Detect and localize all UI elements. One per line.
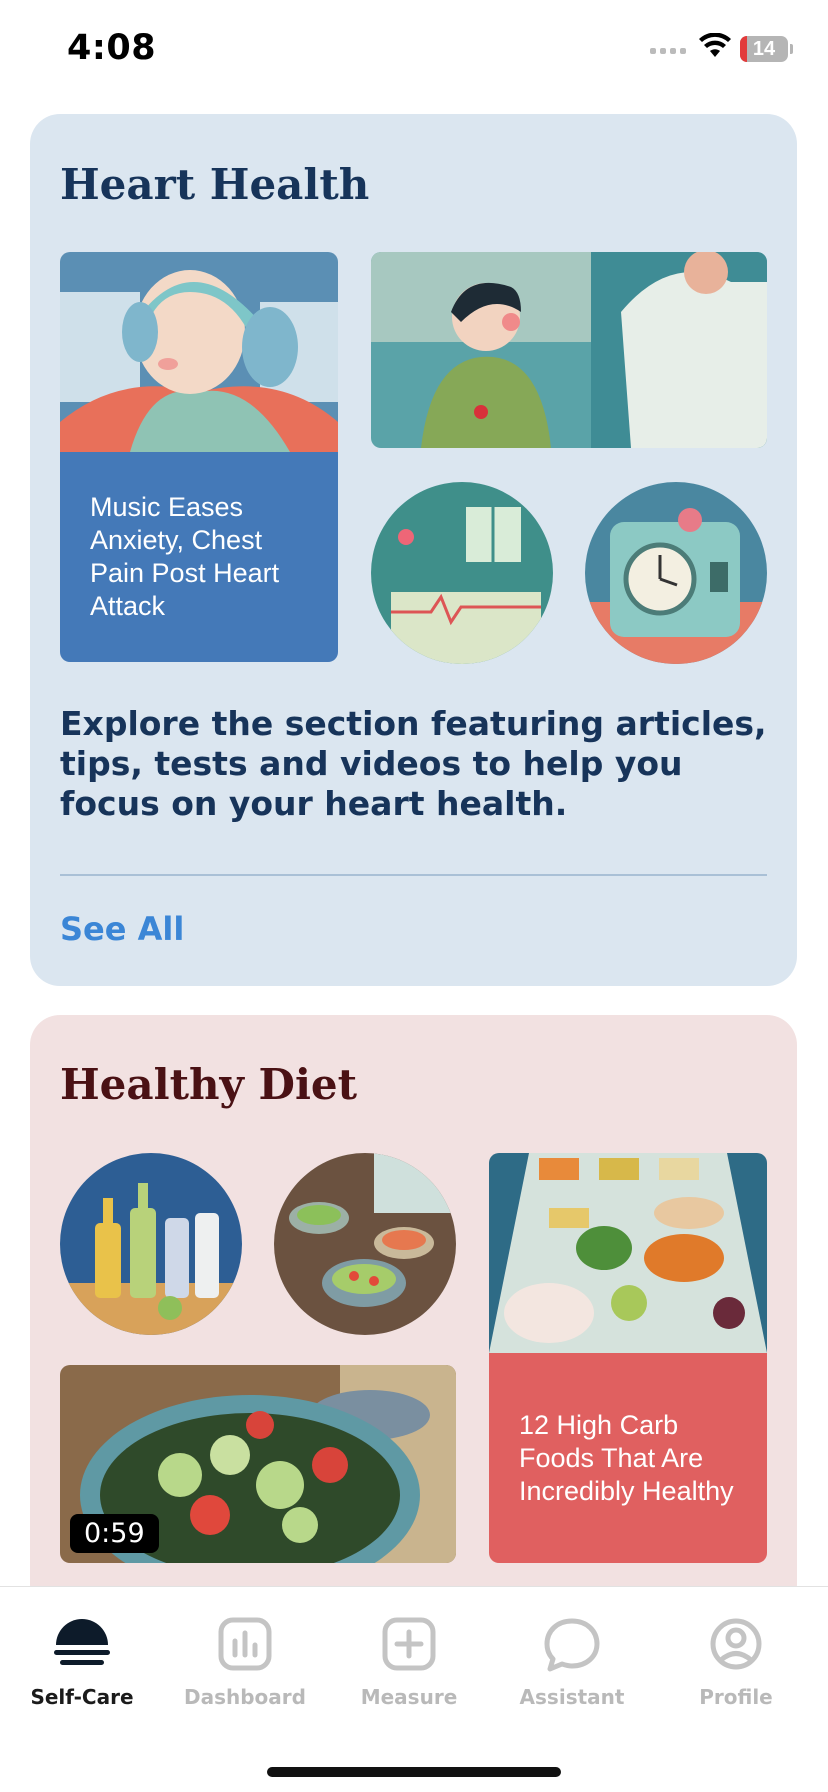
tab-label: Assistant: [519, 1685, 625, 1709]
high-carb-article-caption-block: 12 High Carb Foods That Are Incredibly H…: [489, 1353, 767, 1563]
buffet-illustration: [489, 1153, 767, 1353]
high-carb-article-tile[interactable]: 12 High Carb Foods That Are Incredibly H…: [489, 1153, 767, 1563]
salad-video-tile[interactable]: 0:59: [60, 1365, 456, 1563]
divider: [60, 874, 767, 876]
drinks-tile[interactable]: [60, 1153, 242, 1335]
home-indicator: [267, 1767, 561, 1777]
tab-label: Profile: [699, 1685, 773, 1709]
video-duration-badge: 0:59: [70, 1514, 159, 1553]
wifi-icon: [698, 32, 732, 59]
heart-health-description: Explore the section featuring articles, …: [60, 704, 767, 823]
tab-assistant[interactable]: Assistant: [492, 1617, 652, 1709]
bottles-illustration: [60, 1153, 242, 1335]
hospital-room-illustration: [371, 482, 553, 664]
high-carb-article-caption: 12 High Carb Foods That Are Incredibly H…: [519, 1409, 734, 1506]
chat-bubble-icon: [542, 1617, 602, 1673]
bar-chart-icon: [215, 1617, 275, 1673]
music-article-caption: Music Eases Anxiety, Chest Pain Post Hea…: [90, 492, 280, 621]
heart-monitor-illustration: [585, 482, 767, 664]
heart-health-title: Heart Health: [60, 160, 370, 209]
tab-label: Dashboard: [184, 1685, 306, 1709]
cellular-signal-icon: [650, 48, 686, 54]
tab-label: Measure: [360, 1685, 458, 1709]
tab-profile[interactable]: Profile: [656, 1617, 816, 1709]
tab-measure[interactable]: Measure: [329, 1617, 489, 1709]
salad-bowls-tile[interactable]: [274, 1153, 456, 1335]
see-all-link[interactable]: See All: [60, 910, 184, 948]
self-care-icon: [52, 1617, 112, 1673]
heart-monitor-tile[interactable]: [585, 482, 767, 664]
tab-bar: Self-Care Dashboard Measure Assistant Pr…: [0, 1586, 828, 1792]
tab-label: Self-Care: [30, 1685, 134, 1709]
status-bar: 4:08 14: [0, 0, 828, 100]
heart-health-card[interactable]: Heart Health Music Eases Anxiety, Chest …: [30, 114, 797, 986]
music-article-caption-block: Music Eases Anxiety, Chest Pain Post Hea…: [60, 452, 338, 662]
healthy-diet-card[interactable]: Healthy Diet 12 High Carb Foods That Are…: [30, 1015, 797, 1615]
doctor-visit-tile[interactable]: [371, 252, 767, 448]
headphones-illustration: [60, 252, 338, 452]
hospital-room-tile[interactable]: [371, 482, 553, 664]
person-circle-icon: [706, 1617, 766, 1673]
plus-square-icon: [379, 1617, 439, 1673]
healthy-diet-title: Healthy Diet: [60, 1060, 358, 1109]
status-time: 4:08: [67, 28, 157, 68]
doctor-visit-illustration: [371, 252, 767, 448]
tab-dashboard[interactable]: Dashboard: [165, 1617, 325, 1709]
battery-icon: 14: [740, 36, 788, 62]
tab-self-care[interactable]: Self-Care: [2, 1617, 162, 1709]
salad-bowls-illustration: [274, 1153, 456, 1335]
music-article-tile[interactable]: Music Eases Anxiety, Chest Pain Post Hea…: [60, 252, 338, 662]
battery-level: 14: [752, 38, 776, 60]
